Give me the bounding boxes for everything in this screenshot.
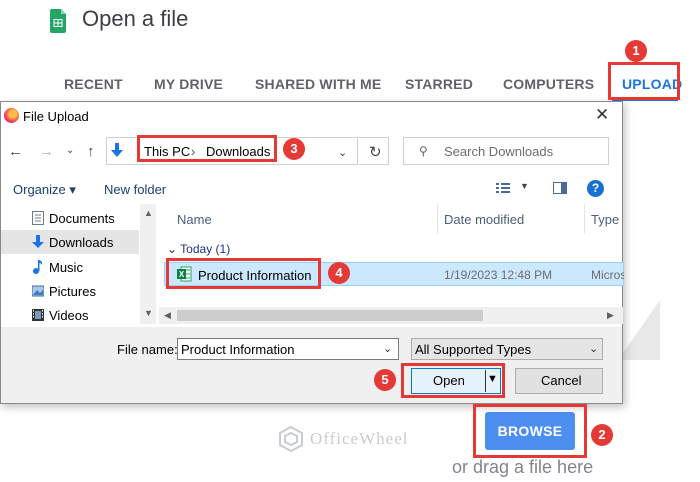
scroll-right-icon[interactable]: ▶ xyxy=(607,310,614,321)
annotation-open-button xyxy=(401,363,505,398)
search-icon: ⚲ xyxy=(419,144,428,158)
sidebar-label: Videos xyxy=(49,308,89,323)
file-upload-dialog: File Upload ✕ ← → ⌄ ↑ This PC › Download… xyxy=(0,101,624,404)
videos-icon xyxy=(32,309,44,321)
view-options-icon[interactable] xyxy=(496,182,510,194)
new-folder-button[interactable]: New folder xyxy=(104,182,166,197)
sidebar-label: Music xyxy=(49,260,83,275)
watermark-logo-icon xyxy=(279,426,303,452)
tab-computers[interactable]: COMPUTERS xyxy=(503,76,594,92)
music-icon xyxy=(33,260,43,274)
column-divider xyxy=(437,204,438,234)
sidebar-label: Pictures xyxy=(49,284,96,299)
back-arrow-icon[interactable]: ← xyxy=(8,143,23,160)
step-marker-2: 2 xyxy=(591,424,613,446)
sidebar-item-downloads[interactable]: Downloads xyxy=(1,230,139,254)
file-date-modified: 1/19/2023 12:48 PM xyxy=(444,268,553,282)
search-placeholder: Search Downloads xyxy=(444,144,554,159)
sidebar-item-pictures[interactable]: Pictures xyxy=(1,279,139,303)
column-divider xyxy=(584,204,585,234)
documents-icon xyxy=(32,211,44,225)
tab-my-drive[interactable]: MY DRIVE xyxy=(154,76,223,92)
sidebar-item-documents[interactable]: Documents xyxy=(1,206,139,230)
sidebar-item-music[interactable]: Music xyxy=(1,255,139,279)
preview-pane-icon[interactable] xyxy=(553,182,567,194)
organize-button[interactable]: Organize ▾ xyxy=(13,182,76,198)
file-name-dropdown-icon[interactable]: ⌄ xyxy=(383,342,392,355)
close-icon[interactable]: ✕ xyxy=(595,105,609,125)
downloads-location-icon xyxy=(111,143,123,157)
column-header-name[interactable]: Name xyxy=(177,212,212,227)
drop-area-shadow xyxy=(618,300,660,360)
scroll-down-icon[interactable]: ▼ xyxy=(144,308,153,318)
pictures-icon xyxy=(32,285,44,297)
step-marker-3: 3 xyxy=(283,138,305,160)
firefox-icon xyxy=(4,108,19,123)
cancel-button-label: Cancel xyxy=(541,373,582,388)
downloads-icon xyxy=(32,235,44,248)
tab-starred[interactable]: STARRED xyxy=(405,76,473,92)
file-type-value: All Supported Types xyxy=(415,342,532,357)
step-marker-1: 1 xyxy=(625,40,647,62)
address-dropdown-chevron-icon[interactable]: ⌄ xyxy=(338,146,347,159)
sheets-logo-icon xyxy=(50,9,66,33)
help-icon[interactable]: ? xyxy=(587,180,604,197)
view-dropdown-icon[interactable]: ▼ xyxy=(520,181,529,191)
step-marker-5: 5 xyxy=(374,369,396,391)
group-header-today[interactable]: ⌄ Today (1) xyxy=(167,242,230,256)
file-name-input[interactable] xyxy=(177,338,399,360)
annotation-upload-tab xyxy=(608,62,680,100)
file-name-label: File name: xyxy=(117,342,178,357)
tab-shared-with-me[interactable]: SHARED WITH ME xyxy=(255,76,381,92)
tab-recent[interactable]: RECENT xyxy=(64,76,123,92)
screenshot: { "picker": { "title": "Open a file", "t… xyxy=(0,0,700,482)
scrollbar-thumb[interactable] xyxy=(177,310,483,321)
file-list-scrollbar[interactable]: ◀ ▶ xyxy=(159,307,623,324)
column-header-type[interactable]: Type xyxy=(591,212,619,227)
scroll-up-icon[interactable]: ▲ xyxy=(144,208,153,218)
up-arrow-icon[interactable]: ↑ xyxy=(87,143,95,160)
sidebar-label: Documents xyxy=(49,211,115,226)
sidebar-item-videos[interactable]: Videos xyxy=(1,303,139,327)
group-chevron-icon: ⌄ xyxy=(167,242,181,256)
dialog-title: File Upload xyxy=(23,109,89,124)
group-label: Today (1) xyxy=(180,242,231,256)
annotation-browse-button xyxy=(473,404,587,458)
step-marker-4: 4 xyxy=(328,262,350,284)
file-type-dropdown-icon[interactable]: ⌄ xyxy=(589,342,598,355)
annotation-file-row xyxy=(166,258,321,289)
recent-locations-chevron-icon[interactable]: ⌄ xyxy=(66,145,74,156)
watermark: OfficeWheel xyxy=(278,426,408,452)
watermark-text: OfficeWheel xyxy=(310,429,409,448)
annotation-breadcrumb xyxy=(137,135,277,162)
picker-tabs: RECENT MY DRIVE SHARED WITH ME STARRED C… xyxy=(0,64,700,102)
sidebar-label: Downloads xyxy=(49,235,114,250)
drag-file-hint: or drag a file here xyxy=(452,457,594,477)
picker-title: Open a file xyxy=(82,6,189,31)
column-header-date[interactable]: Date modified xyxy=(444,212,524,227)
sidebar-scrollbar[interactable]: ▲ ▼ xyxy=(140,204,156,324)
refresh-icon: ↻ xyxy=(369,144,382,161)
scroll-left-icon[interactable]: ◀ xyxy=(164,310,171,321)
file-type: Microsoft Excel Worksheet xyxy=(591,268,624,282)
forward-arrow-icon[interactable]: → xyxy=(39,143,54,160)
